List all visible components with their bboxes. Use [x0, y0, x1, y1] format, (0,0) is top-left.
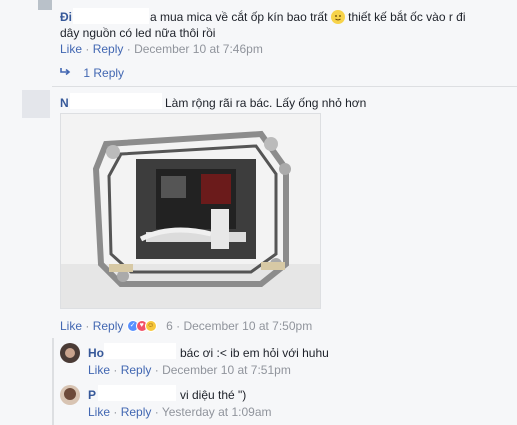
separator: ·: [176, 319, 181, 333]
separator: ·: [113, 405, 118, 419]
like-button[interactable]: Like: [88, 405, 110, 419]
pc-case-photo: [61, 114, 320, 308]
like-button[interactable]: Like: [60, 319, 82, 333]
comment-author[interactable]: Đi: [60, 10, 72, 24]
separator: ·: [154, 363, 159, 377]
comment-text-part: a mua mica về cắt ốp kín bao trất: [150, 10, 328, 24]
haha-reaction-icon: ☺: [144, 320, 157, 332]
comment-text: Làm rộng rãi ra bác. Lấy ống nhỏ hơn: [165, 96, 367, 110]
reply-actions: Like · Reply · Yesterday at 1:09am: [88, 405, 272, 419]
comment-actions: Like · Reply · December 10 at 7:46pm: [60, 42, 263, 56]
reply-arrow-icon: [60, 66, 72, 80]
reaction-count[interactable]: 6: [166, 319, 173, 333]
timestamp[interactable]: December 10 at 7:51pm: [162, 363, 291, 377]
timestamp[interactable]: December 10 at 7:50pm: [183, 319, 312, 333]
divider: [52, 86, 517, 87]
reply-actions: Like · Reply · December 10 at 7:51pm: [88, 363, 291, 377]
comment-actions: Like · Reply ✓ ♥ ☺ 6 · December 10 at 7:…: [60, 319, 312, 333]
reply-text: vi diệu thé "): [180, 388, 247, 402]
avatar[interactable]: [60, 343, 80, 363]
avatar[interactable]: [38, 0, 52, 10]
reply-text: bác ơi :< ib em hỏi với huhu: [180, 346, 329, 360]
reply-author[interactable]: Ho: [88, 346, 104, 360]
like-button[interactable]: Like: [60, 42, 82, 56]
separator: ·: [85, 319, 90, 333]
avatar[interactable]: [60, 385, 80, 405]
thread-line: [52, 338, 54, 425]
comment-photo[interactable]: [60, 113, 321, 309]
comment-author[interactable]: N: [60, 96, 69, 110]
view-replies-link[interactable]: 1 Reply: [60, 66, 124, 80]
separator: ·: [85, 42, 90, 56]
redacted-name: [98, 385, 176, 401]
redacted-name: [104, 343, 176, 359]
replies-count[interactable]: 1 Reply: [83, 66, 124, 80]
timestamp[interactable]: December 10 at 7:46pm: [134, 42, 263, 56]
comment-text-part: thiết kế bắt ốc vào r đi: [348, 10, 466, 24]
comment-text-line2: dây nguồn có led nữa thôi rồi: [60, 26, 216, 40]
reply-author[interactable]: P: [88, 388, 96, 402]
redacted-name: [70, 93, 162, 109]
reply-button[interactable]: Reply: [93, 319, 124, 333]
reactions[interactable]: ✓ ♥ ☺: [126, 320, 163, 332]
separator: ·: [113, 363, 118, 377]
comment-text: a mua mica về cắt ốp kín bao trất thiết …: [150, 10, 466, 24]
reply-button[interactable]: Reply: [121, 363, 152, 377]
separator: ·: [154, 405, 159, 419]
avatar[interactable]: [22, 90, 50, 118]
separator: ·: [126, 42, 131, 56]
timestamp[interactable]: Yesterday at 1:09am: [162, 405, 272, 419]
like-button[interactable]: Like: [88, 363, 110, 377]
reply-button[interactable]: Reply: [121, 405, 152, 419]
redacted-name: [73, 8, 149, 24]
smiley-face-icon: [330, 10, 345, 24]
reply-button[interactable]: Reply: [93, 42, 124, 56]
